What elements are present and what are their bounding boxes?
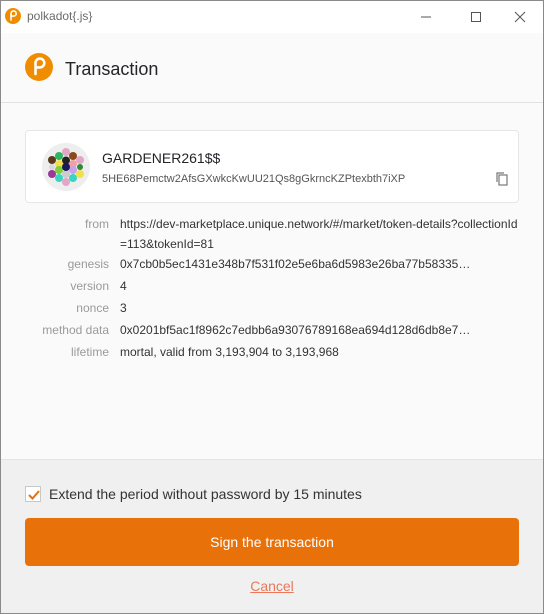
polkadot-logo-icon: [5, 8, 21, 24]
extend-period-label: Extend the period without password by 15…: [49, 486, 362, 502]
nonce-value: 3: [120, 301, 127, 315]
close-icon: [514, 11, 526, 23]
polkadot-logo-icon: [25, 53, 53, 81]
method-data-label: method data: [42, 323, 109, 337]
minimize-button[interactable]: [403, 1, 449, 33]
detail-row-genesis: genesis 0x7cb0b5ec1431e348b7f531f02e5e6b…: [1, 254, 543, 276]
sign-transaction-button[interactable]: Sign the transaction: [25, 518, 519, 566]
extend-period-checkbox-row[interactable]: Extend the period without password by 15…: [25, 484, 362, 504]
genesis-label: genesis: [67, 257, 109, 271]
title-bar: polkadot{.js}: [1, 1, 543, 33]
detail-row-method-data: method data 0x0201bf5ac1f8962c7edbb6a930…: [1, 320, 543, 342]
nonce-label: nonce: [76, 301, 109, 315]
page-title: Transaction: [65, 59, 159, 79]
lifetime-label: lifetime: [70, 345, 109, 359]
maximize-icon: [471, 12, 481, 22]
maximize-button[interactable]: [453, 1, 499, 33]
from-label: from: [85, 217, 109, 231]
account-identicon: [42, 143, 90, 191]
from-value: https://dev-marketplace.unique.network/#…: [120, 217, 518, 251]
lifetime-value: mortal, valid from 3,193,904 to 3,193,96…: [120, 345, 339, 359]
detail-row-version: version 4: [1, 276, 543, 298]
page-header: Transaction: [1, 33, 543, 103]
method-data-value: 0x0201bf5ac1f8962c7edbb6a93076789168ea69…: [120, 323, 471, 337]
account-name: GARDENER261$$: [102, 150, 221, 166]
account-address: 5HE68Pemctw2AfsGXwkcKwUU21Qs8gGkrncKZPte…: [102, 173, 406, 185]
genesis-value: 0x7cb0b5ec1431e348b7f531f02e5e6ba6d5983e…: [120, 257, 471, 271]
version-label: version: [70, 279, 109, 293]
extend-period-checkbox[interactable]: [25, 486, 41, 502]
window-title: polkadot{.js}: [27, 9, 93, 23]
checkmark-icon: [28, 490, 40, 500]
detail-row-from: from https://dev-marketplace.unique.netw…: [1, 214, 543, 254]
account-card: GARDENER261$$ 5HE68Pemctw2AfsGXwkcKwUU21…: [25, 130, 519, 203]
transaction-details: GARDENER261$$ 5HE68Pemctw2AfsGXwkcKwUU21…: [1, 104, 543, 459]
footer: Extend the period without password by 15…: [1, 459, 543, 613]
close-button[interactable]: [497, 1, 543, 33]
version-value: 4: [120, 279, 127, 293]
cancel-link[interactable]: Cancel: [1, 578, 543, 594]
detail-row-nonce: nonce 3: [1, 298, 543, 320]
minimize-icon: [421, 16, 431, 18]
copy-icon[interactable]: [494, 171, 510, 187]
extension-window: polkadot{.js} Transaction GARDENER261$$ …: [0, 0, 544, 614]
detail-row-lifetime: lifetime mortal, valid from 3,193,904 to…: [1, 342, 543, 364]
